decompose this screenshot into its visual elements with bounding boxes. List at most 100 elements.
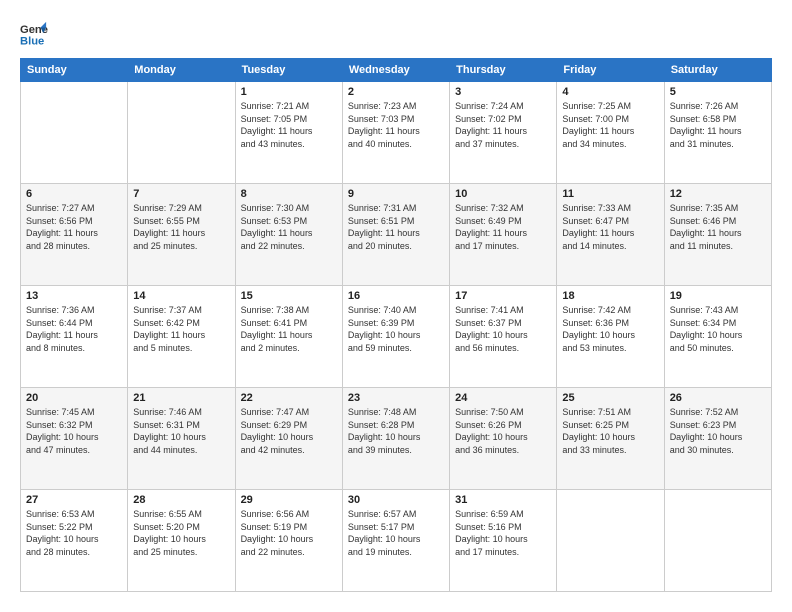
calendar-cell: 24 Sunrise: 7:50 AM Sunset: 6:26 PM Dayli…	[450, 388, 557, 490]
weekday-header-row: SundayMondayTuesdayWednesdayThursdayFrid…	[21, 59, 772, 82]
day-number: 12	[670, 188, 766, 200]
calendar-cell: 4Sunrise: 7:25 AM Sunset: 7:00 PM Daylig…	[557, 82, 664, 184]
day-number: 21	[133, 392, 229, 404]
day-info: Sunrise: 6:57 AM Sunset: 5:17 PM Dayligh…	[348, 508, 444, 558]
day-number: 25	[562, 392, 658, 404]
calendar-cell: 22 Sunrise: 7:47 AM Sunset: 6:29 PM Dayli…	[235, 388, 342, 490]
logo-icon: General Blue	[20, 20, 48, 48]
calendar-table: SundayMondayTuesdayWednesdayThursdayFrid…	[20, 58, 772, 592]
calendar-cell: 1Sunrise: 7:21 AM Sunset: 7:05 PM Daylig…	[235, 82, 342, 184]
calendar-cell: 27 Sunrise: 6:53 AM Sunset: 5:22 PM Dayli…	[21, 490, 128, 592]
day-info: Sunrise: 7:33 AM Sunset: 6:47 PM Dayligh…	[562, 202, 658, 252]
day-info: Sunrise: 7:52 AM Sunset: 6:23 PM Dayligh…	[670, 406, 766, 456]
day-number: 14	[133, 290, 229, 302]
week-row-5: 27 Sunrise: 6:53 AM Sunset: 5:22 PM Dayli…	[21, 490, 772, 592]
day-info: Sunrise: 7:40 AM Sunset: 6:39 PM Dayligh…	[348, 304, 444, 354]
calendar-cell: 16 Sunrise: 7:40 AM Sunset: 6:39 PM Dayli…	[342, 286, 449, 388]
calendar-cell: 20 Sunrise: 7:45 AM Sunset: 6:32 PM Dayli…	[21, 388, 128, 490]
day-number: 7	[133, 188, 229, 200]
day-info: Sunrise: 7:38 AM Sunset: 6:41 PM Dayligh…	[241, 304, 337, 354]
calendar-cell: 5 Sunrise: 7:26 AM Sunset: 6:58 PM Daylig…	[664, 82, 771, 184]
day-number: 23	[348, 392, 444, 404]
day-info: Sunrise: 7:42 AM Sunset: 6:36 PM Dayligh…	[562, 304, 658, 354]
day-number: 30	[348, 494, 444, 506]
day-number: 17	[455, 290, 551, 302]
calendar-cell: 29 Sunrise: 6:56 AM Sunset: 5:19 PM Dayli…	[235, 490, 342, 592]
day-number: 13	[26, 290, 122, 302]
day-info: Sunrise: 7:47 AM Sunset: 6:29 PM Dayligh…	[241, 406, 337, 456]
day-number: 6	[26, 188, 122, 200]
calendar-cell: 13 Sunrise: 7:36 AM Sunset: 6:44 PM Dayli…	[21, 286, 128, 388]
day-info: Sunrise: 6:56 AM Sunset: 5:19 PM Dayligh…	[241, 508, 337, 558]
day-info: Sunrise: 6:53 AM Sunset: 5:22 PM Dayligh…	[26, 508, 122, 558]
weekday-header-friday: Friday	[557, 59, 664, 82]
day-number: 4	[562, 86, 658, 98]
day-info: Sunrise: 7:30 AM Sunset: 6:53 PM Dayligh…	[241, 202, 337, 252]
calendar-cell: 23Sunrise: 7:48 AM Sunset: 6:28 PM Dayli…	[342, 388, 449, 490]
day-number: 18	[562, 290, 658, 302]
weekday-header-saturday: Saturday	[664, 59, 771, 82]
calendar-cell: 21 Sunrise: 7:46 AM Sunset: 6:31 PM Dayli…	[128, 388, 235, 490]
week-row-1: 1Sunrise: 7:21 AM Sunset: 7:05 PM Daylig…	[21, 82, 772, 184]
day-info: Sunrise: 7:35 AM Sunset: 6:46 PM Dayligh…	[670, 202, 766, 252]
day-number: 5	[670, 86, 766, 98]
day-number: 27	[26, 494, 122, 506]
day-number: 22	[241, 392, 337, 404]
weekday-header-wednesday: Wednesday	[342, 59, 449, 82]
day-number: 20	[26, 392, 122, 404]
day-info: Sunrise: 7:37 AM Sunset: 6:42 PM Dayligh…	[133, 304, 229, 354]
weekday-header-tuesday: Tuesday	[235, 59, 342, 82]
day-info: Sunrise: 7:41 AM Sunset: 6:37 PM Dayligh…	[455, 304, 551, 354]
calendar-cell: 26 Sunrise: 7:52 AM Sunset: 6:23 PM Dayli…	[664, 388, 771, 490]
calendar-cell	[557, 490, 664, 592]
calendar-cell	[128, 82, 235, 184]
page: General Blue SundayMondayTuesdayWednesda…	[0, 0, 792, 612]
calendar-cell: 11 Sunrise: 7:33 AM Sunset: 6:47 PM Dayli…	[557, 184, 664, 286]
calendar-cell: 7 Sunrise: 7:29 AM Sunset: 6:55 PM Daylig…	[128, 184, 235, 286]
day-info: Sunrise: 6:59 AM Sunset: 5:16 PM Dayligh…	[455, 508, 551, 558]
calendar-cell	[21, 82, 128, 184]
calendar-cell: 19Sunrise: 7:43 AM Sunset: 6:34 PM Dayli…	[664, 286, 771, 388]
day-info: Sunrise: 7:21 AM Sunset: 7:05 PM Dayligh…	[241, 100, 337, 150]
day-number: 11	[562, 188, 658, 200]
weekday-header-thursday: Thursday	[450, 59, 557, 82]
calendar-cell: 31 Sunrise: 6:59 AM Sunset: 5:16 PM Dayli…	[450, 490, 557, 592]
logo: General Blue	[20, 20, 52, 48]
day-number: 24	[455, 392, 551, 404]
calendar-cell: 6 Sunrise: 7:27 AM Sunset: 6:56 PM Daylig…	[21, 184, 128, 286]
day-number: 16	[348, 290, 444, 302]
calendar-cell: 15Sunrise: 7:38 AM Sunset: 6:41 PM Dayli…	[235, 286, 342, 388]
day-number: 28	[133, 494, 229, 506]
day-info: Sunrise: 7:29 AM Sunset: 6:55 PM Dayligh…	[133, 202, 229, 252]
day-number: 8	[241, 188, 337, 200]
day-info: Sunrise: 7:50 AM Sunset: 6:26 PM Dayligh…	[455, 406, 551, 456]
day-number: 19	[670, 290, 766, 302]
calendar-cell: 18 Sunrise: 7:42 AM Sunset: 6:36 PM Dayli…	[557, 286, 664, 388]
calendar-cell: 9 Sunrise: 7:31 AM Sunset: 6:51 PM Daylig…	[342, 184, 449, 286]
day-number: 2	[348, 86, 444, 98]
day-info: Sunrise: 7:31 AM Sunset: 6:51 PM Dayligh…	[348, 202, 444, 252]
calendar-cell: 8 Sunrise: 7:30 AM Sunset: 6:53 PM Daylig…	[235, 184, 342, 286]
calendar-cell	[664, 490, 771, 592]
calendar-cell: 25Sunrise: 7:51 AM Sunset: 6:25 PM Dayli…	[557, 388, 664, 490]
day-info: Sunrise: 7:45 AM Sunset: 6:32 PM Dayligh…	[26, 406, 122, 456]
calendar-cell: 12 Sunrise: 7:35 AM Sunset: 6:46 PM Dayli…	[664, 184, 771, 286]
day-info: Sunrise: 6:55 AM Sunset: 5:20 PM Dayligh…	[133, 508, 229, 558]
day-number: 31	[455, 494, 551, 506]
day-info: Sunrise: 7:23 AM Sunset: 7:03 PM Dayligh…	[348, 100, 444, 150]
day-info: Sunrise: 7:46 AM Sunset: 6:31 PM Dayligh…	[133, 406, 229, 456]
calendar-cell: 3Sunrise: 7:24 AM Sunset: 7:02 PM Daylig…	[450, 82, 557, 184]
day-info: Sunrise: 7:27 AM Sunset: 6:56 PM Dayligh…	[26, 202, 122, 252]
day-info: Sunrise: 7:26 AM Sunset: 6:58 PM Dayligh…	[670, 100, 766, 150]
week-row-3: 13 Sunrise: 7:36 AM Sunset: 6:44 PM Dayli…	[21, 286, 772, 388]
calendar-cell: 14 Sunrise: 7:37 AM Sunset: 6:42 PM Dayli…	[128, 286, 235, 388]
calendar-cell: 2 Sunrise: 7:23 AM Sunset: 7:03 PM Daylig…	[342, 82, 449, 184]
header: General Blue	[20, 20, 772, 48]
day-number: 9	[348, 188, 444, 200]
day-number: 26	[670, 392, 766, 404]
day-number: 29	[241, 494, 337, 506]
calendar-cell: 28 Sunrise: 6:55 AM Sunset: 5:20 PM Dayli…	[128, 490, 235, 592]
svg-text:Blue: Blue	[20, 35, 44, 47]
day-info: Sunrise: 7:24 AM Sunset: 7:02 PM Dayligh…	[455, 100, 551, 150]
day-info: Sunrise: 7:36 AM Sunset: 6:44 PM Dayligh…	[26, 304, 122, 354]
